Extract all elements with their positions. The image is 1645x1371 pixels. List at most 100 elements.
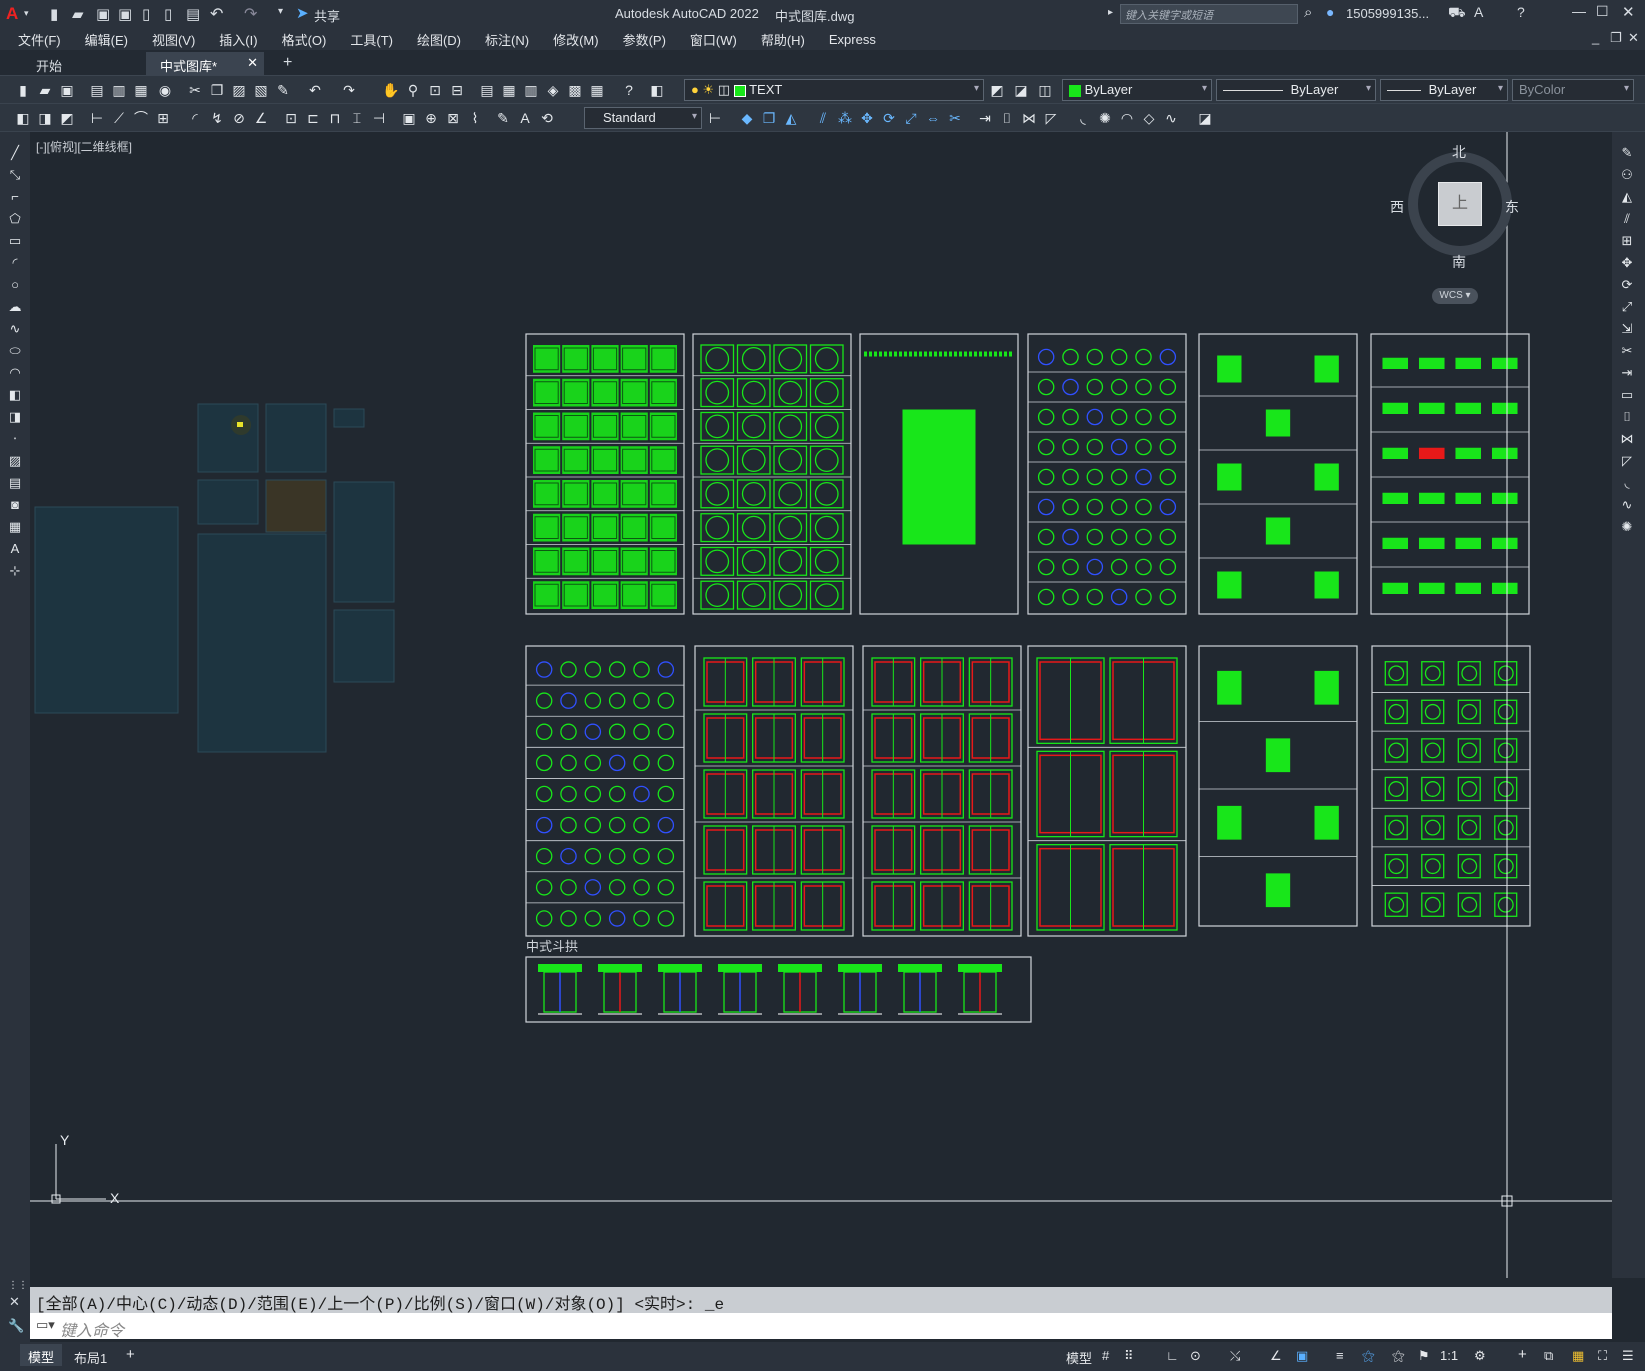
customize-menu-icon[interactable]: ☰: [1622, 1348, 1634, 1364]
radius-icon[interactable]: ◜: [186, 109, 204, 127]
erase-icon[interactable]: ✎: [1618, 144, 1636, 162]
autocad-logo-icon[interactable]: A: [6, 4, 18, 24]
insert-block-icon[interactable]: ◧: [6, 386, 24, 404]
menu-tools[interactable]: 工具(T): [338, 30, 405, 49]
mtext-icon[interactable]: A: [6, 540, 24, 558]
close-icon[interactable]: ✕: [1622, 3, 1635, 21]
block-icon[interactable]: ◧: [14, 109, 32, 127]
doc-close-icon[interactable]: ✕: [1628, 30, 1639, 46]
plot-icon[interactable]: ▤: [88, 81, 106, 99]
publish-icon[interactable]: ▦: [132, 81, 150, 99]
menu-dimension[interactable]: 标注(N): [473, 30, 541, 49]
open-file-icon[interactable]: ▰: [72, 5, 84, 23]
blend-curves-icon[interactable]: ∿: [1618, 496, 1636, 514]
viewcube-top-face[interactable]: 上: [1438, 182, 1482, 226]
menu-window[interactable]: 窗口(W): [678, 30, 749, 49]
annotation-scale-icon[interactable]: ⚑: [1418, 1348, 1430, 1364]
chevron-down-icon[interactable]: ▾: [24, 8, 29, 19]
mirror-icon[interactable]: ◭: [1618, 188, 1636, 206]
copy-object-icon[interactable]: ❐: [760, 109, 778, 127]
copy-icon[interactable]: ❐: [208, 81, 226, 99]
close-tab-icon[interactable]: ✕: [247, 55, 258, 71]
region-icon[interactable]: ◙: [6, 496, 24, 514]
layer-previous-icon[interactable]: ◪: [1012, 81, 1030, 99]
break-icon[interactable]: ⊣: [370, 109, 388, 127]
block-editor-icon[interactable]: ✎: [274, 81, 292, 99]
make-block-icon[interactable]: ◨: [6, 408, 24, 426]
polyline-icon[interactable]: ⌐: [6, 188, 24, 206]
customize-wrench-icon[interactable]: 🔧: [8, 1318, 24, 1334]
doc-minimize-icon[interactable]: _: [1592, 30, 1599, 45]
space-icon[interactable]: ⌶: [348, 109, 366, 127]
expand-arrow-icon[interactable]: ▸: [1108, 7, 1113, 18]
add-layout-icon[interactable]: +: [126, 1346, 135, 1363]
make-current-layer-icon[interactable]: ◩: [988, 81, 1006, 99]
grip-icon[interactable]: ⋮⋮: [8, 1280, 28, 1291]
array-icon[interactable]: ⊞: [1618, 232, 1636, 250]
new-file-icon[interactable]: ▮: [50, 5, 58, 23]
cart-icon[interactable]: ⛟: [1448, 4, 1466, 23]
minimize-icon[interactable]: —: [1572, 3, 1586, 19]
break-point-icon[interactable]: ⌷: [1618, 408, 1636, 426]
stretch-icon[interactable]: ⇔: [924, 109, 942, 127]
workspace-gear-icon[interactable]: ⚙: [1474, 1348, 1486, 1364]
tool-palettes-icon[interactable]: ▥: [522, 81, 540, 99]
draworder-icon[interactable]: ◪: [1196, 109, 1214, 127]
revision-cloud-icon[interactable]: ☁: [6, 298, 24, 316]
circle-icon[interactable]: ○: [6, 276, 24, 294]
plotstyle-dropdown[interactable]: ByColor ▾: [1512, 79, 1634, 101]
baseline-icon[interactable]: ⊏: [304, 109, 322, 127]
cut-icon[interactable]: ✂: [186, 81, 204, 99]
pan-icon[interactable]: ✋: [382, 81, 400, 99]
construction-line-icon[interactable]: ⤡: [6, 166, 24, 184]
arc-length-icon[interactable]: ⌒: [132, 109, 150, 127]
tolerance-icon[interactable]: ▣: [400, 109, 418, 127]
array-icon[interactable]: ⁂: [836, 109, 854, 127]
wcs-menu[interactable]: WCS ▾: [1432, 288, 1478, 304]
command-input[interactable]: ▭▾ 键入命令: [30, 1313, 1612, 1340]
close-command-line-icon[interactable]: ✕: [9, 1294, 20, 1310]
line-icon[interactable]: ╱: [6, 144, 24, 162]
autodesk-app-icon[interactable]: A: [1474, 4, 1483, 20]
layer-properties-icon[interactable]: ◧: [648, 81, 666, 99]
user-icon[interactable]: ●: [1326, 4, 1334, 20]
chamfer-icon[interactable]: ◸: [1042, 109, 1060, 127]
offset-icon[interactable]: ⫽: [814, 109, 832, 127]
isodraft-icon[interactable]: ∠: [1270, 1348, 1282, 1364]
zoom-realtime-icon[interactable]: ⚲: [404, 81, 422, 99]
units-icon[interactable]: ⧉: [1544, 1348, 1553, 1364]
explode-icon[interactable]: ✺: [1618, 518, 1636, 536]
design-center-icon[interactable]: ▦: [500, 81, 518, 99]
table-icon[interactable]: ▦: [6, 518, 24, 536]
menu-edit[interactable]: 编辑(E): [73, 30, 140, 49]
command-prompt-icon[interactable]: ▭▾: [36, 1317, 55, 1333]
annotation-visibility-icon[interactable]: ⚝: [1362, 1348, 1375, 1364]
gradient-icon[interactable]: ▤: [6, 474, 24, 492]
share-button[interactable]: 共享: [314, 6, 340, 25]
block-insert-icon[interactable]: ◨: [36, 109, 54, 127]
linear-dimension-icon[interactable]: ⊢: [88, 109, 106, 127]
diameter-icon[interactable]: ⊘: [230, 109, 248, 127]
trim-icon[interactable]: ✂: [946, 109, 964, 127]
web-save-icon[interactable]: ▯: [164, 5, 172, 23]
quick-dimension-icon[interactable]: ⊡: [282, 109, 300, 127]
jogged-icon[interactable]: ↯: [208, 109, 226, 127]
help-icon[interactable]: ?: [620, 81, 638, 99]
move-icon[interactable]: ✥: [858, 109, 876, 127]
open-icon[interactable]: ▰: [36, 81, 54, 99]
rotate-icon[interactable]: ⟳: [880, 109, 898, 127]
annotation-monitor-icon[interactable]: +: [1518, 1346, 1527, 1363]
redo-icon[interactable]: ↷: [244, 4, 257, 24]
tab-start[interactable]: 开始: [22, 52, 76, 76]
new-tab-icon[interactable]: +: [283, 54, 292, 72]
point-icon[interactable]: ⋅: [6, 430, 24, 448]
break-at-point-icon[interactable]: ⌷: [998, 109, 1016, 127]
mirror-icon[interactable]: ◭: [782, 109, 800, 127]
dim-edit-icon[interactable]: ✎: [494, 109, 512, 127]
trim-icon[interactable]: ✂: [1618, 342, 1636, 360]
menu-insert[interactable]: 插入(I): [207, 30, 269, 49]
quickcalc-icon[interactable]: ▦: [588, 81, 606, 99]
angular-icon[interactable]: ∠: [252, 109, 270, 127]
dimstyle-dropdown[interactable]: Standard ▾: [584, 107, 702, 129]
ortho-icon[interactable]: ∟: [1166, 1348, 1179, 1363]
